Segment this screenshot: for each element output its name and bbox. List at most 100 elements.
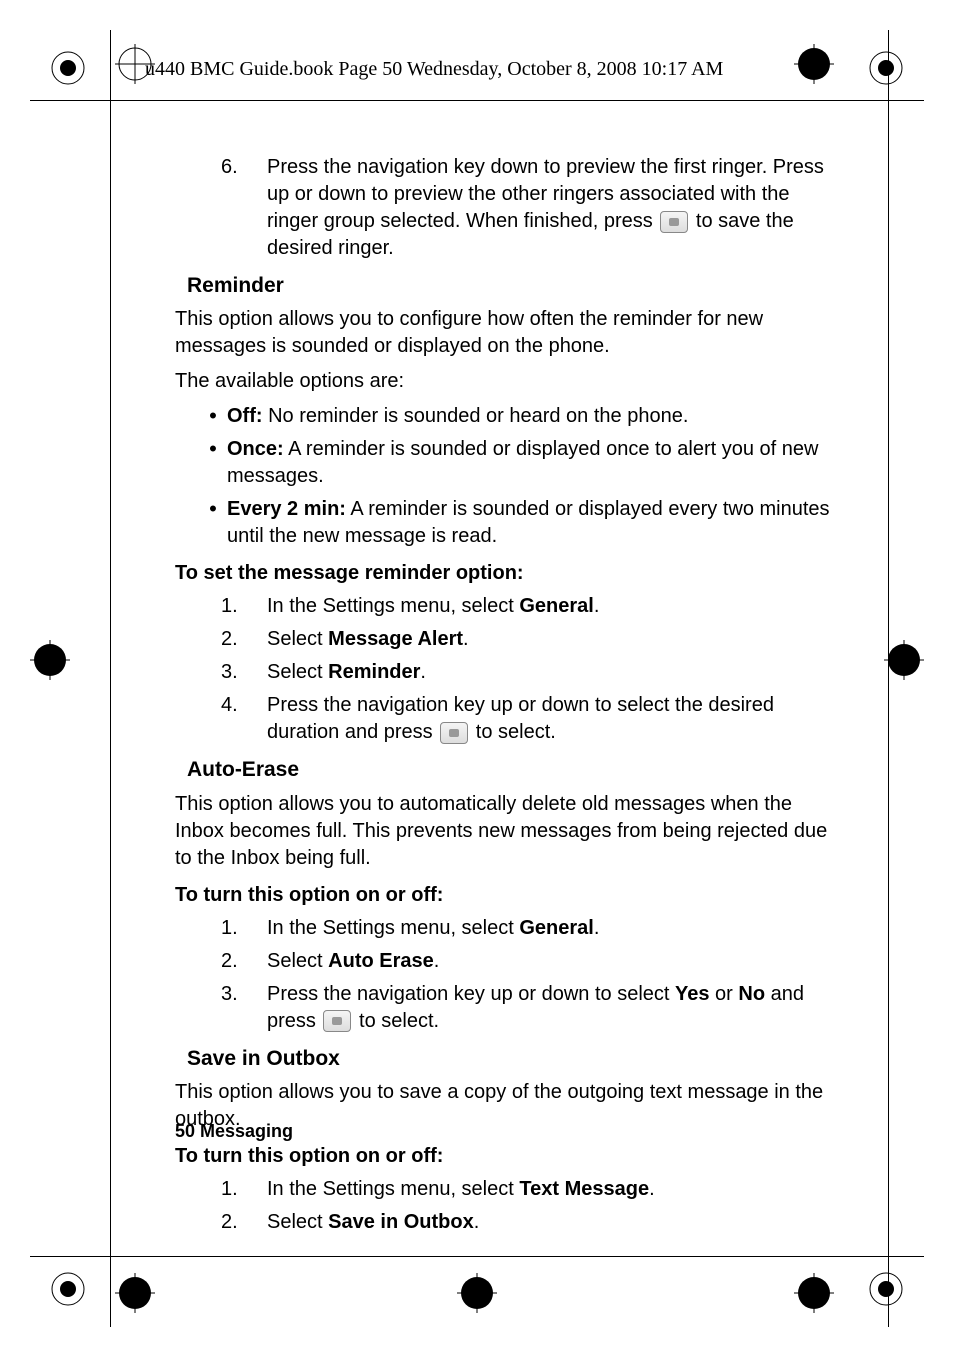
crop-line-left — [110, 30, 111, 1327]
bullet-list: • Off: No reminder is sounded or heard o… — [199, 403, 830, 550]
registration-mark-icon — [48, 1269, 88, 1309]
list-number: 1. — [221, 915, 267, 942]
label: General — [519, 917, 593, 939]
howto-heading: To turn this option on or off: — [175, 882, 830, 909]
section-heading-save-outbox: Save in Outbox — [187, 1045, 830, 1073]
text: . — [594, 595, 600, 617]
list-number: 2. — [221, 948, 267, 975]
list-number: 6. — [221, 154, 267, 262]
label: Save in Outbox — [328, 1211, 474, 1233]
registration-mark-icon — [457, 1273, 497, 1313]
label: No — [738, 983, 765, 1005]
label: Text Message — [519, 1178, 649, 1200]
label: Auto Erase — [328, 950, 434, 972]
text: Press the navigation key up or down to s… — [267, 983, 675, 1005]
list-text: Press the navigation key up or down to s… — [267, 981, 830, 1035]
registration-mark-icon — [794, 44, 834, 84]
list-text: Once: A reminder is sounded or displayed… — [227, 436, 830, 490]
menu-ok-key-icon — [660, 211, 688, 233]
menu-ok-key-icon — [440, 722, 468, 744]
list-number: 2. — [221, 626, 267, 653]
label: Once: — [227, 438, 284, 460]
text: . — [434, 950, 440, 972]
registration-mark-icon — [115, 1273, 155, 1313]
crop-line-bottom — [30, 1256, 924, 1257]
label: General — [519, 595, 593, 617]
list-item: 1. In the Settings menu, select General. — [221, 915, 830, 942]
registration-mark-icon — [794, 1273, 834, 1313]
list-item: • Once: A reminder is sounded or display… — [199, 436, 830, 490]
text: . — [474, 1211, 480, 1233]
ordered-list: 1. In the Settings menu, select General.… — [221, 915, 830, 1035]
list-item: • Off: No reminder is sounded or heard o… — [199, 403, 830, 430]
list-text: Select Auto Erase. — [267, 948, 830, 975]
text: Select — [267, 628, 328, 650]
text: In the Settings menu, select — [267, 1178, 519, 1200]
label: Every 2 min: — [227, 498, 346, 520]
label: Off: — [227, 405, 263, 427]
section-heading-reminder: Reminder — [187, 272, 830, 300]
crop-line-top — [30, 100, 924, 101]
text: Select — [267, 950, 328, 972]
list-text: In the Settings menu, select General. — [267, 915, 830, 942]
ordered-list: 1. In the Settings menu, select Text Mes… — [221, 1176, 830, 1236]
list-item: • Every 2 min: A reminder is sounded or … — [199, 496, 830, 550]
list-number: 3. — [221, 981, 267, 1035]
text: . — [463, 628, 469, 650]
ordered-list: 6. Press the navigation key down to prev… — [221, 154, 830, 262]
list-number: 1. — [221, 593, 267, 620]
text: Select — [267, 661, 328, 683]
label: Yes — [675, 983, 709, 1005]
bullet-icon: • — [199, 496, 227, 550]
text: to select. — [476, 721, 556, 743]
label: Reminder — [328, 661, 420, 683]
registration-mark-icon — [48, 48, 88, 88]
text: No reminder is sounded or heard on the p… — [263, 405, 689, 427]
list-text: Press the navigation key up or down to s… — [267, 692, 830, 746]
list-item: 1. In the Settings menu, select Text Mes… — [221, 1176, 830, 1203]
howto-heading: To set the message reminder option: — [175, 560, 830, 587]
paragraph: This option allows you to configure how … — [175, 306, 830, 360]
text: Select — [267, 1211, 328, 1233]
list-item: 2. Select Save in Outbox. — [221, 1209, 830, 1236]
list-number: 4. — [221, 692, 267, 746]
registration-mark-icon — [30, 640, 70, 680]
list-text: Press the navigation key down to preview… — [267, 154, 830, 262]
list-number: 3. — [221, 659, 267, 686]
list-item: 6. Press the navigation key down to prev… — [221, 154, 830, 262]
text: or — [710, 983, 739, 1005]
page-header: u440 BMC Guide.book Page 50 Wednesday, O… — [145, 58, 723, 81]
list-item: 2. Select Auto Erase. — [221, 948, 830, 975]
list-number: 2. — [221, 1209, 267, 1236]
menu-ok-key-icon — [323, 1010, 351, 1032]
section-heading-auto-erase: Auto-Erase — [187, 756, 830, 784]
ordered-list: 1. In the Settings menu, select General.… — [221, 593, 830, 746]
registration-mark-icon — [884, 640, 924, 680]
text: . — [420, 661, 426, 683]
list-text: In the Settings menu, select Text Messag… — [267, 1176, 830, 1203]
list-text: Off: No reminder is sounded or heard on … — [227, 403, 688, 430]
list-text: Select Message Alert. — [267, 626, 830, 653]
registration-mark-icon — [866, 48, 906, 88]
page-footer: 50 Messaging — [175, 1121, 293, 1142]
bullet-icon: • — [199, 436, 227, 490]
text: . — [649, 1178, 655, 1200]
text: In the Settings menu, select — [267, 595, 519, 617]
list-text: Select Reminder. — [267, 659, 830, 686]
list-item: 3. Select Reminder. — [221, 659, 830, 686]
list-number: 1. — [221, 1176, 267, 1203]
registration-mark-icon — [866, 1269, 906, 1309]
list-text: Every 2 min: A reminder is sounded or di… — [227, 496, 830, 550]
list-text: Select Save in Outbox. — [267, 1209, 830, 1236]
text: to select. — [359, 1010, 439, 1032]
paragraph: The available options are: — [175, 368, 830, 395]
list-item: 3. Press the navigation key up or down t… — [221, 981, 830, 1035]
bullet-icon: • — [199, 403, 227, 430]
label: Message Alert — [328, 628, 463, 650]
list-item: 4. Press the navigation key up or down t… — [221, 692, 830, 746]
text: In the Settings menu, select — [267, 917, 519, 939]
list-item: 1. In the Settings menu, select General. — [221, 593, 830, 620]
howto-heading: To turn this option on or off: — [175, 1143, 830, 1170]
text: A reminder is sounded or displayed once … — [227, 438, 818, 487]
text: . — [594, 917, 600, 939]
